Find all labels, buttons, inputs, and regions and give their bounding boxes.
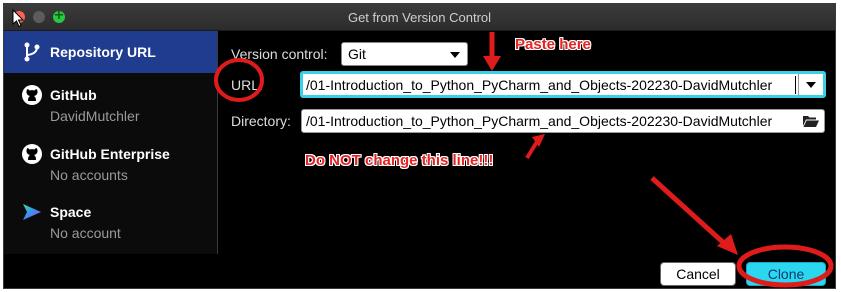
- url-history-dropdown-icon[interactable]: [806, 82, 816, 88]
- sidebar: Repository URL GitHub DavidMutchler GitH…: [4, 31, 218, 254]
- directory-input-text: /01-Introduction_to_Python_PyCharm_and_O…: [306, 113, 773, 129]
- vcs-branch-icon: [24, 42, 40, 62]
- sidebar-item-label: Space: [50, 204, 92, 220]
- sidebar-item-sub: No account: [50, 225, 121, 241]
- sidebar-item-repository-url[interactable]: Repository URL: [4, 31, 217, 73]
- directory-input[interactable]: /01-Introduction_to_Python_PyCharm_and_O…: [301, 109, 825, 133]
- github-icon: [22, 144, 42, 164]
- sidebar-item-label: Repository URL: [50, 44, 156, 60]
- paste-here-annotation: Paste here: [515, 36, 591, 53]
- dropdown-divider: [798, 74, 799, 95]
- sidebar-item-label: GitHub Enterprise: [50, 146, 170, 162]
- sidebar-item-sub: DavidMutchler: [50, 108, 140, 124]
- version-control-select[interactable]: Git: [341, 42, 468, 66]
- url-input-text: /01-Introduction_to_Python_PyCharm_and_O…: [306, 77, 773, 93]
- github-icon: [22, 85, 42, 105]
- directory-label: Directory:: [231, 113, 291, 129]
- title-bar: Get from Version Control: [4, 4, 835, 31]
- do-not-change-annotation: Do NOT change this line!!!: [305, 152, 494, 169]
- space-icon: [23, 204, 41, 220]
- sidebar-item-sub: No accounts: [50, 167, 128, 183]
- url-label: URL:: [231, 77, 263, 93]
- version-control-value: Git: [348, 46, 366, 62]
- sidebar-item-github[interactable]: GitHub DavidMutchler: [4, 79, 217, 131]
- url-input[interactable]: /01-Introduction_to_Python_PyCharm_and_O…: [300, 71, 826, 98]
- version-control-label: Version control:: [231, 46, 328, 62]
- dialog-window: Get from Version Control Repository URL …: [3, 3, 836, 289]
- text-caret: [795, 76, 796, 94]
- folder-open-icon[interactable]: [802, 113, 820, 129]
- cancel-button[interactable]: Cancel: [660, 262, 736, 286]
- clone-button[interactable]: Clone: [746, 262, 826, 286]
- chevron-down-icon: [450, 52, 460, 58]
- sidebar-item-github-enterprise[interactable]: GitHub Enterprise No accounts: [4, 138, 217, 190]
- sidebar-item-label: GitHub: [50, 87, 97, 103]
- window-title: Get from Version Control: [347, 10, 492, 25]
- sidebar-item-space[interactable]: Space No account: [4, 197, 217, 249]
